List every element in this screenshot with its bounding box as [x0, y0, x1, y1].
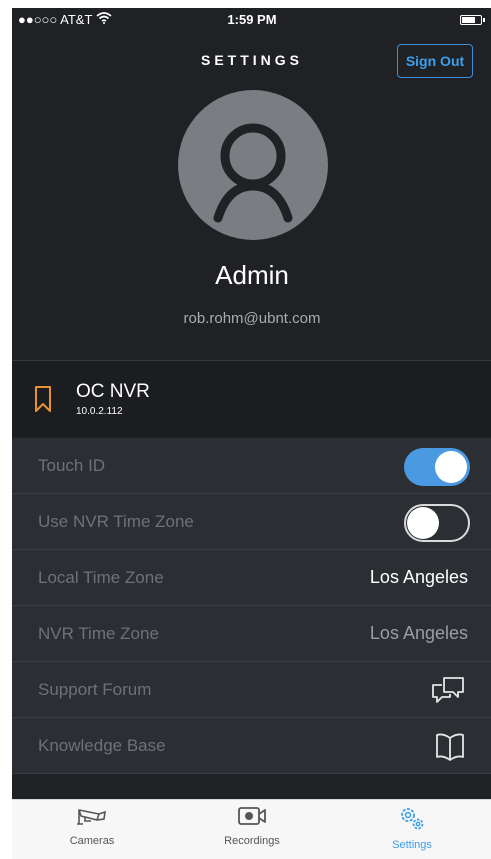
touch-id-toggle[interactable]	[404, 448, 470, 486]
local-time-zone-label: Local Time Zone	[38, 568, 164, 587]
use-nvr-time-zone-toggle[interactable]	[404, 504, 470, 542]
open-book-icon	[434, 730, 466, 767]
tab-recordings[interactable]: Recordings	[192, 804, 312, 847]
user-icon	[213, 123, 293, 223]
nvr-time-zone-label: NVR Time Zone	[38, 624, 159, 643]
gears-icon	[395, 808, 429, 836]
nvr-time-zone-value: Los Angeles	[369, 623, 468, 643]
support-forum-row[interactable]: Support Forum	[12, 662, 491, 718]
nvr-ip: 10.0.2.112	[76, 406, 123, 417]
use-nvr-time-zone-row: Use NVR Time Zone	[12, 494, 491, 550]
local-time-zone-value: Los Angeles	[369, 567, 468, 587]
knowledge-base-label: Knowledge Base	[38, 736, 166, 755]
tab-bar: Cameras Recordings Settings	[12, 799, 491, 859]
tab-cameras[interactable]: Cameras	[32, 804, 152, 847]
profile-name: Admin	[215, 260, 289, 290]
tab-recordings-label: Recordings	[224, 835, 280, 847]
support-forum-label: Support Forum	[38, 680, 152, 699]
battery-icon	[460, 15, 485, 25]
tab-cameras-label: Cameras	[69, 835, 115, 847]
profile-email: rob.rohm@ubnt.com	[183, 310, 321, 327]
tab-settings[interactable]: Settings	[352, 804, 472, 851]
touch-id-label: Touch ID	[38, 456, 106, 475]
nvr-selector[interactable]: OC NVR 10.0.2.112	[12, 361, 491, 437]
bookmark-icon	[34, 385, 52, 418]
status-time: 1:59 PM	[227, 12, 277, 27]
tab-settings-label: Settings	[392, 839, 432, 851]
local-time-zone-row[interactable]: Local Time Zone Los Angeles	[12, 550, 491, 606]
status-bar: ●●○○○ AT&T 1:59 PM	[12, 8, 491, 32]
camera-icon	[75, 809, 109, 832]
avatar[interactable]	[178, 90, 328, 240]
knowledge-base-row[interactable]: Knowledge Base	[12, 718, 491, 774]
touch-id-row: Touch ID	[12, 438, 491, 494]
chat-bubbles-icon	[430, 674, 466, 711]
nvr-name: OC NVR	[76, 381, 150, 402]
toggle-knob	[435, 451, 467, 483]
toggle-knob	[407, 507, 439, 539]
nvr-time-zone-row: NVR Time Zone Los Angeles	[12, 606, 491, 662]
settings-screen: ●●○○○ AT&T 1:59 PM SETTINGS Sign Out Adm…	[12, 8, 491, 859]
settings-list: Touch ID Use NVR Time Zone Local Time Zo…	[12, 438, 491, 774]
sign-out-button[interactable]: Sign Out	[397, 44, 473, 78]
use-nvr-time-zone-label: Use NVR Time Zone	[38, 512, 194, 531]
recordings-icon	[235, 807, 269, 832]
